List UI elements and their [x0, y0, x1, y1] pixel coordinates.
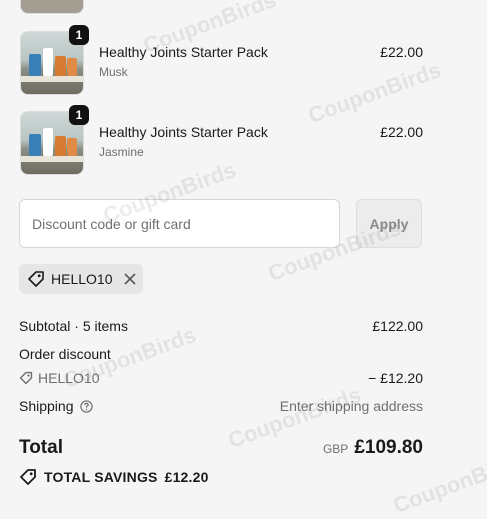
- total-value: £109.80: [354, 437, 423, 458]
- help-circle-icon[interactable]: [79, 399, 93, 413]
- product-variant: Jasmine: [99, 145, 144, 159]
- tag-icon: [19, 371, 33, 385]
- summary-discount-code: HELLO10: [38, 370, 100, 386]
- product-price: £22.00: [380, 44, 423, 60]
- subtotal-label: Subtotal · 5 items: [19, 318, 128, 334]
- apply-button[interactable]: Apply: [356, 199, 422, 248]
- product-name: Healthy Joints Starter Pack: [99, 44, 268, 60]
- quantity-badge: 1: [69, 25, 89, 45]
- discount-code-input[interactable]: [19, 199, 340, 248]
- quantity-badge: 1: [69, 105, 89, 125]
- product-variant: Musk: [99, 65, 128, 79]
- shipping-value: Enter shipping address: [279, 398, 423, 414]
- applied-discount-code: HELLO10: [51, 271, 113, 287]
- shipping-row: Shipping: [19, 398, 93, 414]
- shipping-label: Shipping: [19, 398, 74, 414]
- total-savings-value: £12.20: [164, 469, 209, 485]
- applied-discount-chip: HELLO10: [19, 264, 143, 294]
- currency-code: GBP: [322, 442, 349, 456]
- total-savings-label: TOTAL SAVINGS: [44, 469, 158, 485]
- remove-discount-icon[interactable]: [123, 272, 137, 286]
- discount-code-row: HELLO10: [19, 370, 99, 386]
- order-discount-label: Order discount: [19, 346, 111, 362]
- watermark: CouponBirds: [304, 56, 445, 129]
- total-savings: TOTAL SAVINGS £12.20: [19, 468, 209, 486]
- tag-icon: [19, 468, 37, 486]
- product-price: £22.00: [380, 124, 423, 140]
- discount-amount: − £12.20: [368, 370, 423, 386]
- product-thumbnail-partial: [20, 0, 84, 14]
- product-name: Healthy Joints Starter Pack: [99, 124, 268, 140]
- tag-icon: [27, 270, 45, 288]
- subtotal-value: £122.00: [372, 318, 423, 334]
- total-label: Total: [19, 437, 63, 458]
- total-row: GBP £109.80: [323, 437, 423, 459]
